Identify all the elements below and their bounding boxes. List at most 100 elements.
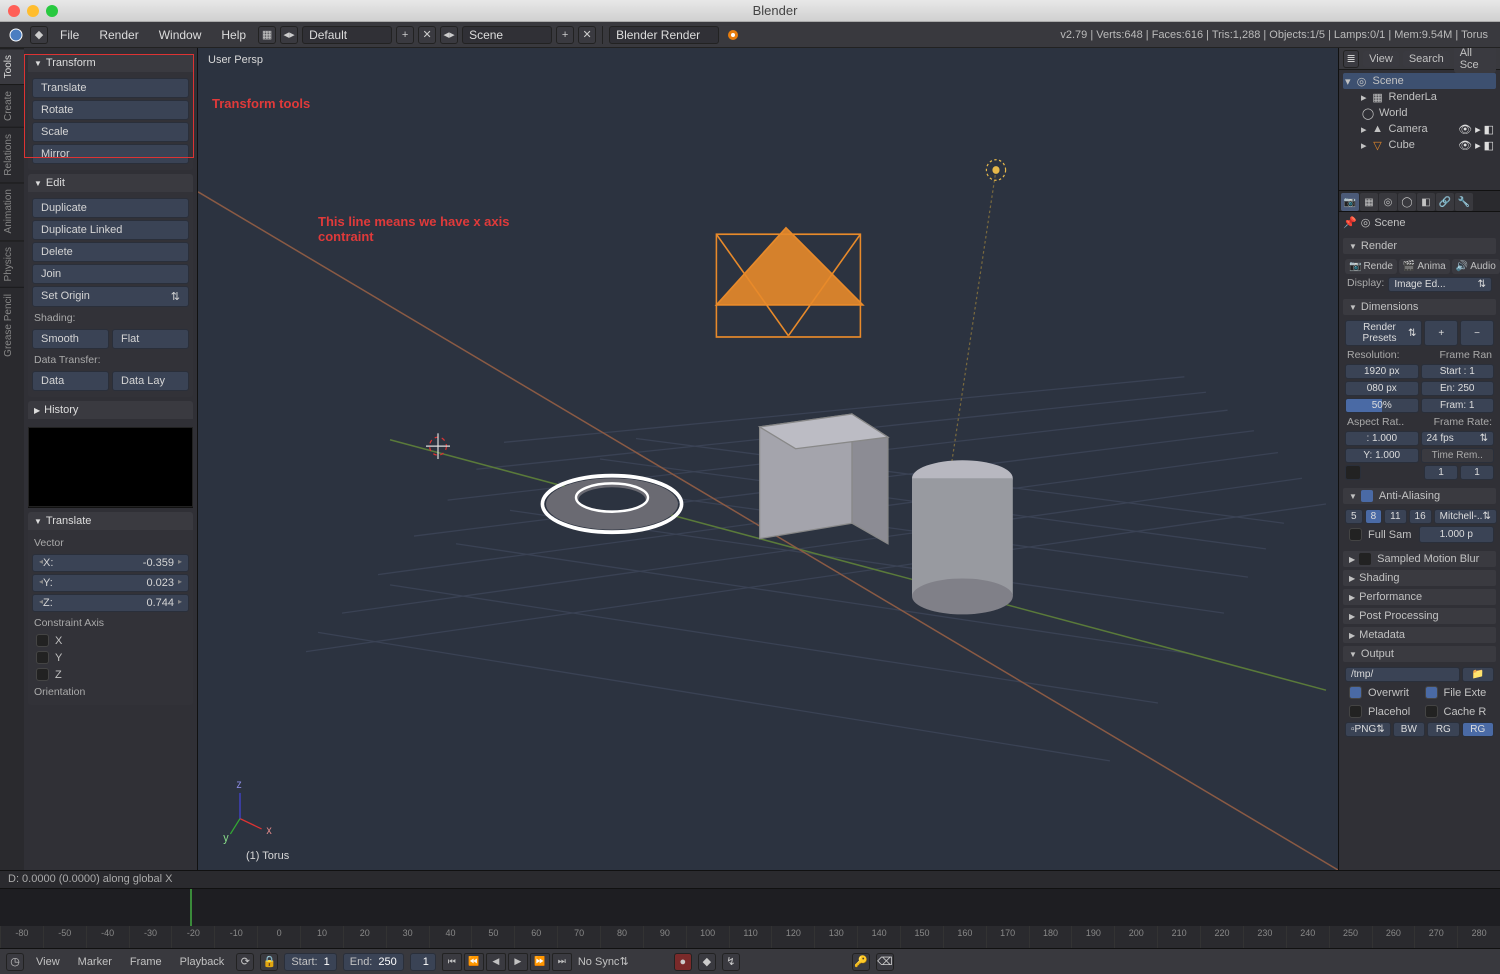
back-to-previous-icon[interactable]: ▦: [258, 26, 276, 44]
menu-window[interactable]: Window: [151, 25, 210, 45]
section-postprocessing-header[interactable]: Post Processing: [1343, 608, 1496, 624]
delete-screen-button[interactable]: ✕: [418, 26, 436, 44]
motion-blur-checkbox[interactable]: [1359, 553, 1371, 565]
operator-translate-header[interactable]: Translate: [28, 512, 193, 530]
autokey-record-button[interactable]: ●: [674, 953, 692, 971]
color-rgba-button[interactable]: RG: [1462, 722, 1494, 737]
frame-start-field[interactable]: Start:1: [284, 953, 336, 971]
eye-icon[interactable]: 👁: [1458, 139, 1472, 152]
screen-browse-icon[interactable]: ◂▸: [280, 26, 298, 44]
join-button[interactable]: Join: [32, 264, 189, 284]
section-output-header[interactable]: Output: [1343, 646, 1496, 662]
cache-result-checkbox[interactable]: Cache R: [1421, 703, 1495, 720]
full-sample-checkbox[interactable]: Full Sam: [1345, 526, 1417, 543]
translate-y-field[interactable]: Y:0.023: [32, 574, 189, 592]
panel-edit-header[interactable]: Edit: [28, 174, 193, 192]
outliner-filter-dropdown[interactable]: All Sce: [1454, 48, 1496, 73]
cursor-icon[interactable]: ▸: [1475, 123, 1481, 136]
render-engine-dropdown[interactable]: Blender Render: [609, 26, 719, 44]
outliner-search-menu[interactable]: Search: [1403, 51, 1450, 67]
aa-filter-dropdown[interactable]: Mitchell-..⇅: [1434, 509, 1497, 524]
section-motion-blur-header[interactable]: Sampled Motion Blur: [1343, 551, 1496, 567]
play-button[interactable]: ▶: [508, 953, 528, 971]
render-presets-dropdown[interactable]: Render Presets⇅: [1345, 320, 1422, 346]
outliner[interactable]: ▾ ◎ Scene ▸ ▦ RenderLa ◯ World ▸ ▲ Camer…: [1339, 70, 1500, 190]
section-metadata-header[interactable]: Metadata: [1343, 627, 1496, 643]
timeline[interactable]: -80-50-40-30-20-100102030405060708090100…: [0, 888, 1500, 948]
add-screen-button[interactable]: +: [396, 26, 414, 44]
keyframe-prev-button[interactable]: ⏪: [464, 953, 484, 971]
time-remap-old-field[interactable]: 1: [1424, 465, 1458, 480]
translate-z-field[interactable]: Z:0.744: [32, 594, 189, 612]
set-origin-dropdown[interactable]: Set Origin⇅: [32, 286, 189, 307]
outliner-item-scene[interactable]: ▾ ◎ Scene: [1343, 73, 1496, 89]
duplicate-linked-button[interactable]: Duplicate Linked: [32, 220, 189, 240]
menu-help[interactable]: Help: [213, 25, 254, 45]
aa-samples-11[interactable]: 11: [1384, 509, 1406, 524]
keyframe-next-button[interactable]: ⏩: [530, 953, 550, 971]
panel-transform-header[interactable]: Transform: [28, 54, 193, 72]
vtab-relations[interactable]: Relations: [0, 127, 24, 182]
file-format-dropdown[interactable]: ▫PNG⇅: [1345, 722, 1391, 737]
outliner-item-camera[interactable]: ▸ ▲ Camera 👁▸◧: [1343, 121, 1496, 137]
vtab-animation[interactable]: Animation: [0, 182, 24, 239]
vtab-tools[interactable]: Tools: [0, 48, 24, 84]
preset-remove-button[interactable]: −: [1460, 320, 1494, 346]
editor-type-dropdown[interactable]: ◆: [30, 26, 48, 44]
traffic-zoom[interactable]: [46, 5, 58, 17]
frame-start-field[interactable]: Start : 1: [1421, 364, 1495, 379]
output-browse-button[interactable]: 📁: [1462, 667, 1495, 682]
preset-add-button[interactable]: +: [1424, 320, 1458, 346]
rotate-button[interactable]: Rotate: [32, 100, 189, 120]
scene-browse-icon[interactable]: ◂▸: [440, 26, 458, 44]
overwrite-checkbox[interactable]: Overwrit: [1345, 684, 1419, 701]
translate-x-field[interactable]: X:-0.359: [32, 554, 189, 572]
vtab-create[interactable]: Create: [0, 84, 24, 127]
keying-set-icon[interactable]: ↯: [722, 953, 740, 971]
prop-tab-object[interactable]: ◧: [1417, 193, 1435, 211]
placeholders-checkbox[interactable]: Placehol: [1345, 703, 1419, 720]
color-bw-button[interactable]: BW: [1393, 722, 1425, 737]
outliner-view-menu[interactable]: View: [1363, 51, 1399, 67]
render-audio-button[interactable]: 🔊Audio: [1452, 259, 1500, 274]
prop-tab-scene[interactable]: ◎: [1379, 193, 1397, 211]
frame-end-field[interactable]: En: 250: [1421, 381, 1495, 396]
scale-button[interactable]: Scale: [32, 122, 189, 142]
output-path-field[interactable]: /tmp/: [1345, 667, 1460, 682]
screen-layout-dropdown[interactable]: Default: [302, 26, 392, 44]
aspect-y-field[interactable]: Y: 1.000: [1345, 448, 1419, 463]
menu-file[interactable]: File: [52, 25, 87, 45]
constraint-z-checkbox[interactable]: Z: [32, 666, 189, 683]
jump-start-button[interactable]: ⏮: [442, 953, 462, 971]
outliner-item-world[interactable]: ◯ World: [1343, 105, 1496, 121]
panel-history-header[interactable]: History: [28, 401, 193, 419]
aa-samples-5[interactable]: 5: [1345, 509, 1363, 524]
traffic-minimize[interactable]: [27, 5, 39, 17]
add-scene-button[interactable]: +: [556, 26, 574, 44]
frame-step-field[interactable]: Fram: 1: [1421, 398, 1495, 413]
display-dropdown[interactable]: Image Ed...⇅: [1388, 277, 1492, 292]
translate-button[interactable]: Translate: [32, 78, 189, 98]
res-percent-field[interactable]: 50%: [1345, 398, 1419, 413]
render-icon[interactable]: ◧: [1484, 123, 1494, 136]
timeline-cursor[interactable]: [190, 889, 192, 926]
eye-icon[interactable]: 👁: [1458, 123, 1472, 136]
cursor-icon[interactable]: ▸: [1475, 139, 1481, 152]
lock-icon[interactable]: 🔒: [260, 953, 278, 971]
border-checkbox[interactable]: [1345, 465, 1361, 480]
autokey-mode-icon[interactable]: ◆: [698, 953, 716, 971]
outliner-editor-icon[interactable]: ≣: [1343, 50, 1359, 68]
sync-mode-dropdown[interactable]: No Sync⇅: [578, 955, 668, 968]
jump-end-button[interactable]: ⏭: [552, 953, 572, 971]
aa-samples-8[interactable]: 8: [1365, 509, 1383, 524]
fps-dropdown[interactable]: 24 fps⇅: [1421, 431, 1495, 446]
constraint-y-checkbox[interactable]: Y: [32, 649, 189, 666]
outliner-item-renderlayers[interactable]: ▸ ▦ RenderLa: [1343, 89, 1496, 105]
outliner-item-cube[interactable]: ▸ ▽ Cube 👁▸◧: [1343, 137, 1496, 153]
vtab-physics[interactable]: Physics: [0, 240, 24, 287]
file-extensions-checkbox[interactable]: File Exte: [1421, 684, 1495, 701]
aspect-x-field[interactable]: : 1.000: [1345, 431, 1419, 446]
prop-tab-world[interactable]: ◯: [1398, 193, 1416, 211]
delete-scene-button[interactable]: ✕: [578, 26, 596, 44]
traffic-close[interactable]: [8, 5, 20, 17]
